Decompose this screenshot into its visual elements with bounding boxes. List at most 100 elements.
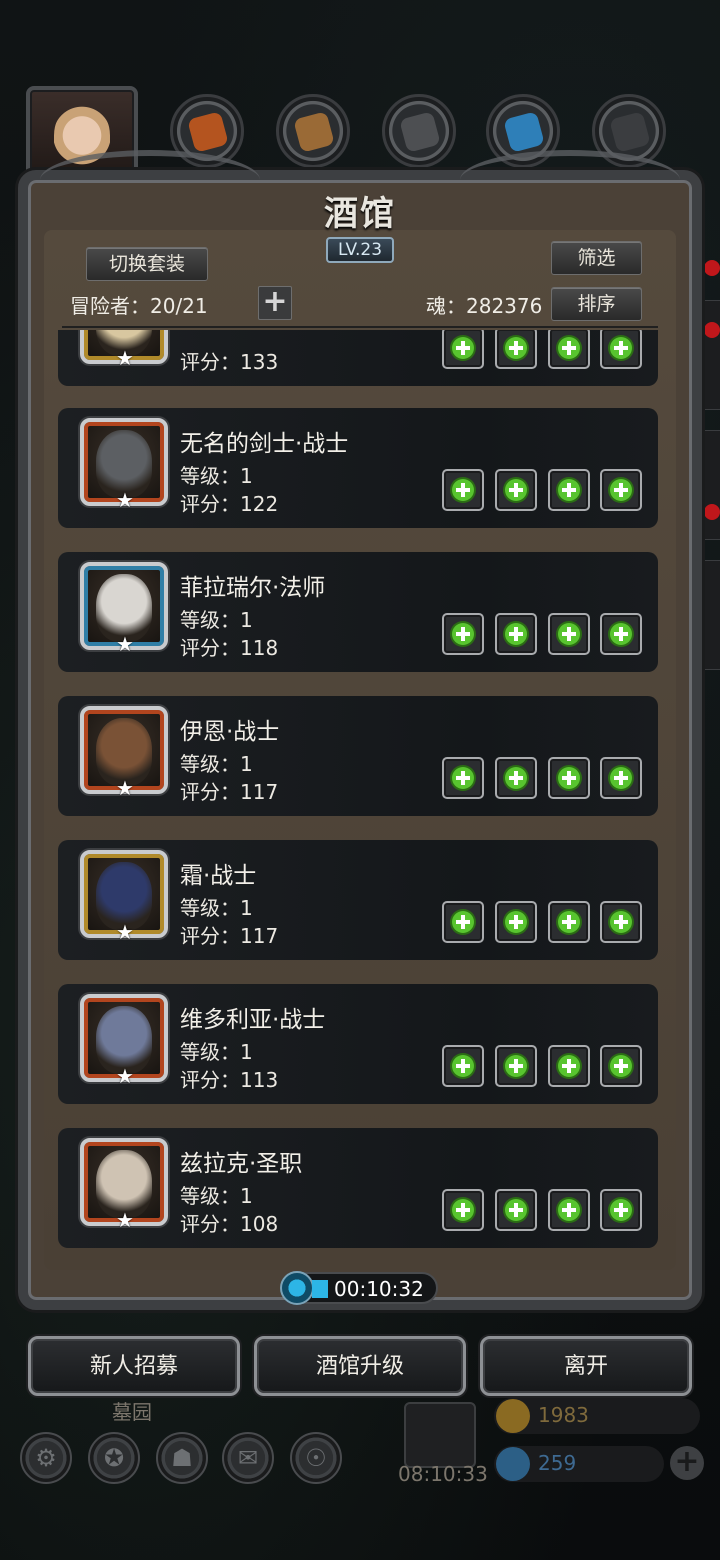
tavern-title: 酒馆 (324, 194, 396, 234)
hero-score: 评分：113 (180, 1068, 279, 1092)
refresh-timer: 00:10:32 (280, 1271, 438, 1305)
add-equipment-icon (610, 479, 632, 501)
guild-icon[interactable]: ☗ (156, 1432, 208, 1484)
weapon-slot[interactable] (442, 1045, 484, 1087)
hero-name: 霜·战士 (180, 863, 257, 889)
hero-row[interactable]: ★ 伊恩·战士 等级：1 评分：117 (58, 696, 658, 816)
armor-slot[interactable] (495, 613, 537, 655)
expand-capacity-button[interactable]: + (258, 286, 292, 320)
hero-name: 维多利亚·战士 (180, 1007, 326, 1033)
wood-resource-icon[interactable] (276, 94, 350, 168)
hero-avatar[interactable]: ★ (80, 418, 168, 512)
weapon-slot[interactable] (442, 757, 484, 799)
location-label: 墓园 (112, 1400, 152, 1424)
timer-progress (312, 1280, 328, 1298)
hero-avatar[interactable]: ★ (80, 706, 168, 800)
ring-slot[interactable] (600, 330, 642, 369)
star-icon: ★ (116, 776, 134, 800)
add-equipment-icon (610, 623, 632, 645)
notification-dot (704, 504, 720, 520)
add-equipment-icon (610, 1199, 632, 1221)
switch-outfit-button[interactable]: 切换套装 (86, 247, 208, 281)
accessory-slot[interactable] (548, 1189, 590, 1231)
achievement-icon[interactable]: ✪ (88, 1432, 140, 1484)
gold-counter: 1983 (494, 1398, 700, 1434)
add-equipment-icon (452, 623, 474, 645)
hero-score: 评分：108 (180, 1212, 279, 1236)
ring-slot[interactable] (600, 1045, 642, 1087)
accessory-slot[interactable] (548, 330, 590, 369)
armor-slot[interactable] (495, 469, 537, 511)
ring-slot[interactable] (600, 613, 642, 655)
hero-row[interactable]: ★ 兹拉克·圣职 等级：1 评分：108 (58, 1128, 658, 1248)
hero-row[interactable]: ★ 菲拉瑞尔·法师 等级：1 评分：118 (58, 552, 658, 672)
armor-slot[interactable] (495, 330, 537, 369)
add-gems-button[interactable]: + (670, 1446, 704, 1480)
add-equipment-icon (452, 767, 474, 789)
iron-resource-icon[interactable] (382, 94, 456, 168)
armor-slot[interactable] (495, 1189, 537, 1231)
hero-list[interactable]: ★ 评分：133 ★ 无名的剑士·战士 等级：1 评分：122 ★ 菲拉瑞尔·法… (58, 330, 658, 1250)
add-equipment-icon (452, 1199, 474, 1221)
add-equipment-icon (558, 1199, 580, 1221)
armor-slot[interactable] (495, 1045, 537, 1087)
add-equipment-icon (610, 1055, 632, 1077)
social-icon[interactable]: ☉ (290, 1432, 342, 1484)
hero-avatar[interactable]: ★ (80, 1138, 168, 1232)
gold-value: 1983 (538, 1403, 589, 1427)
weapon-slot[interactable] (442, 613, 484, 655)
accessory-slot[interactable] (548, 469, 590, 511)
armor-slot[interactable] (495, 901, 537, 943)
hero-avatar[interactable]: ★ (80, 850, 168, 944)
mail-icon[interactable]: ✉ (222, 1432, 274, 1484)
sort-button[interactable]: 排序 (551, 287, 642, 321)
ring-slot[interactable] (600, 1189, 642, 1231)
hero-score: 评分：117 (180, 780, 279, 804)
add-equipment-icon (505, 1199, 527, 1221)
hero-name: 兹拉克·圣职 (180, 1151, 303, 1177)
ring-slot[interactable] (600, 901, 642, 943)
settings-icon[interactable]: ⚙ (20, 1432, 72, 1484)
star-icon: ★ (116, 1064, 134, 1088)
hero-name: 无名的剑士·战士 (180, 431, 349, 457)
add-equipment-icon (505, 623, 527, 645)
tavern-level-badge: LV.23 (325, 237, 395, 263)
hero-row[interactable]: ★ 霜·战士 等级：1 评分：117 (58, 840, 658, 960)
hero-row[interactable]: ★ 评分：133 (58, 330, 658, 386)
leave-button[interactable]: 离开 (480, 1336, 692, 1396)
accessory-slot[interactable] (548, 757, 590, 799)
weapon-slot[interactable] (442, 330, 484, 369)
upgrade-tavern-button[interactable]: 酒馆升级 (254, 1336, 466, 1396)
accessory-slot[interactable] (548, 901, 590, 943)
hero-level: 等级：1 (180, 752, 253, 776)
star-icon: ★ (116, 1208, 134, 1232)
hero-score: 评分：133 (180, 350, 279, 374)
ring-slot[interactable] (600, 757, 642, 799)
weapon-slot[interactable] (442, 1189, 484, 1231)
accessory-slot[interactable] (548, 613, 590, 655)
weapon-slot[interactable] (442, 469, 484, 511)
hero-level: 等级：1 (180, 1040, 253, 1064)
clock-icon (280, 1271, 314, 1305)
gem-icon (496, 1447, 530, 1481)
adventurer-count: 冒险者：20/21 (70, 294, 208, 318)
weapon-slot[interactable] (442, 901, 484, 943)
hero-row[interactable]: ★ 无名的剑士·战士 等级：1 评分：122 (58, 408, 658, 528)
hero-avatar[interactable]: ★ (80, 562, 168, 656)
ring-slot[interactable] (600, 469, 642, 511)
recruit-button[interactable]: 新人招募 (28, 1336, 240, 1396)
hero-avatar[interactable]: ★ (80, 994, 168, 1088)
add-equipment-icon (505, 767, 527, 789)
hero-avatar[interactable]: ★ (80, 330, 168, 370)
dragon-ornament-left (40, 150, 260, 210)
hero-name: 菲拉瑞尔·法师 (180, 575, 326, 601)
notification-dot (704, 322, 720, 338)
accessory-slot[interactable] (548, 1045, 590, 1087)
star-icon: ★ (116, 920, 134, 944)
add-equipment-icon (558, 1055, 580, 1077)
hero-row[interactable]: ★ 维多利亚·战士 等级：1 评分：113 (58, 984, 658, 1104)
gift-box-icon[interactable] (404, 1402, 476, 1468)
armor-slot[interactable] (495, 757, 537, 799)
dragon-ornament-right (460, 150, 680, 210)
filter-button[interactable]: 筛选 (551, 241, 642, 275)
